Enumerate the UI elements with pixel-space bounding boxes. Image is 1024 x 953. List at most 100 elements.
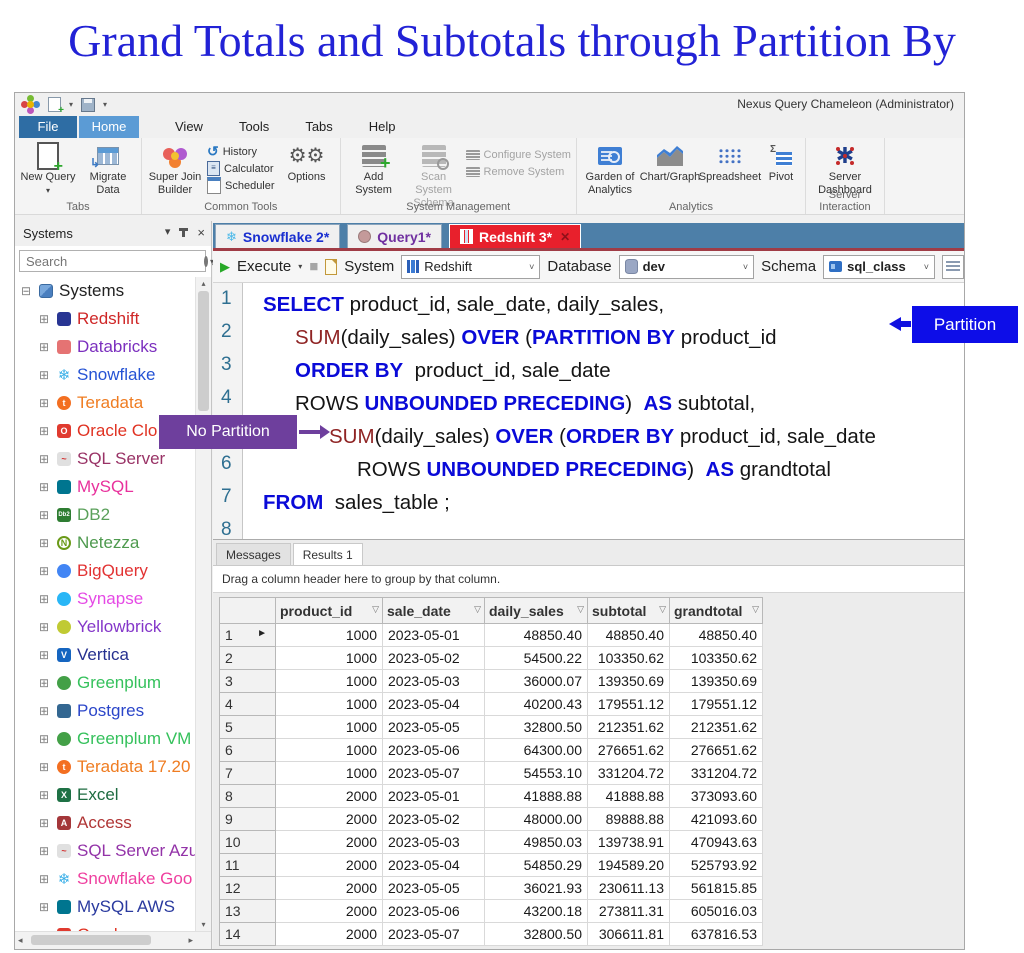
cell-sale_date[interactable]: 2023-05-05	[383, 877, 485, 900]
cell-product_id[interactable]: 2000	[276, 854, 383, 877]
row-header-cell[interactable]: 10	[220, 831, 276, 854]
corner-header-cell[interactable]	[220, 598, 276, 624]
close-tab-icon[interactable]: ✕	[560, 230, 570, 244]
cell-subtotal[interactable]: 306611.81	[588, 923, 670, 946]
database-select[interactable]: dev ˅	[619, 255, 754, 279]
table-row[interactable]: 1►10002023-05-0148850.4048850.4048850.40	[220, 624, 763, 647]
tab-results-1[interactable]: Results 1	[293, 543, 363, 565]
cell-product_id[interactable]: 1000	[276, 624, 383, 647]
cell-grandtotal[interactable]: 212351.62	[670, 716, 763, 739]
expand-icon[interactable]: ⊞	[39, 452, 51, 466]
menu-tab-tools[interactable]: Tools	[239, 116, 269, 138]
cell-subtotal[interactable]: 212351.62	[588, 716, 670, 739]
table-row[interactable]: 710002023-05-0754553.10331204.72331204.7…	[220, 762, 763, 785]
sidebar-item-mysql[interactable]: ⊞MySQL	[15, 473, 196, 501]
menu-tab-view[interactable]: View	[175, 116, 203, 138]
tab-messages[interactable]: Messages	[216, 543, 291, 565]
row-header-cell[interactable]: 5	[220, 716, 276, 739]
cell-subtotal[interactable]: 139350.69	[588, 670, 670, 693]
cell-daily_sales[interactable]: 54850.29	[485, 854, 588, 877]
row-header-cell[interactable]: 4	[220, 693, 276, 716]
cell-product_id[interactable]: 2000	[276, 785, 383, 808]
expand-icon[interactable]: ⊞	[39, 704, 51, 718]
sidebar-item-access[interactable]: ⊞AAccess	[15, 809, 196, 837]
cell-daily_sales[interactable]: 41888.88	[485, 785, 588, 808]
filter-icon[interactable]: ▽	[474, 604, 481, 615]
table-row[interactable]: 1120002023-05-0454850.29194589.20525793.…	[220, 854, 763, 877]
cell-subtotal[interactable]: 41888.88	[588, 785, 670, 808]
spreadsheet-button[interactable]: Spreadsheet	[701, 140, 759, 184]
cell-product_id[interactable]: 2000	[276, 900, 383, 923]
column-header-daily_sales[interactable]: daily_sales▽	[485, 598, 588, 624]
cell-sale_date[interactable]: 2023-05-06	[383, 739, 485, 762]
super-join-builder-button[interactable]: Super Join Builder	[146, 140, 204, 197]
filter-icon[interactable]: ▽	[752, 604, 759, 615]
sidebar-item-mysql-aws[interactable]: ⊞MySQL AWS	[15, 893, 196, 921]
row-header-cell[interactable]: 6	[220, 739, 276, 762]
configure-system-button[interactable]: Configure System	[466, 146, 571, 163]
new-document-icon[interactable]	[48, 97, 61, 112]
row-header-cell[interactable]: 8	[220, 785, 276, 808]
expand-icon[interactable]: ⊞	[39, 480, 51, 494]
stop-icon[interactable]: ■	[309, 258, 318, 275]
cell-product_id[interactable]: 1000	[276, 647, 383, 670]
scrollbar-thumb[interactable]	[31, 935, 151, 945]
sidebar-item-greenplum-vm[interactable]: ⊞Greenplum VM	[15, 725, 196, 753]
search-icon[interactable]	[204, 256, 208, 267]
cell-product_id[interactable]: 1000	[276, 693, 383, 716]
expand-icon[interactable]: ⊞	[39, 536, 51, 550]
group-by-bar[interactable]: Drag a column header here to group by th…	[213, 566, 964, 593]
calculator-button[interactable]: ≡ Calculator	[207, 160, 275, 177]
search-input[interactable]	[20, 253, 204, 270]
cell-sale_date[interactable]: 2023-05-05	[383, 716, 485, 739]
cell-product_id[interactable]: 2000	[276, 923, 383, 946]
sidebar-item-yellowbrick[interactable]: ⊞Yellowbrick	[15, 613, 196, 641]
cell-daily_sales[interactable]: 49850.03	[485, 831, 588, 854]
row-header-cell[interactable]: 3	[220, 670, 276, 693]
scroll-left-icon[interactable]: ◂	[18, 935, 23, 946]
cell-sale_date[interactable]: 2023-05-07	[383, 762, 485, 785]
remove-system-button[interactable]: Remove System	[466, 163, 571, 180]
table-row[interactable]: 610002023-05-0664300.00276651.62276651.6…	[220, 739, 763, 762]
table-row[interactable]: 210002023-05-0254500.22103350.62103350.6…	[220, 647, 763, 670]
scroll-down-icon[interactable]: ▾	[196, 920, 211, 929]
sidebar-vertical-scrollbar[interactable]: ▴ ▾	[195, 277, 211, 931]
table-row[interactable]: 1420002023-05-0732800.50306611.81637816.…	[220, 923, 763, 946]
row-header-cell[interactable]: 2	[220, 647, 276, 670]
sidebar-item-sql-server[interactable]: ⊞~SQL Server	[15, 445, 196, 473]
sql-code[interactable]: SELECT product_id, sale_date, daily_sale…	[243, 283, 964, 539]
cell-subtotal[interactable]: 179551.12	[588, 693, 670, 716]
table-row[interactable]: 1220002023-05-0536021.93230611.13561815.…	[220, 877, 763, 900]
cell-grandtotal[interactable]: 373093.60	[670, 785, 763, 808]
pivot-button[interactable]: Σ Pivot	[761, 140, 801, 184]
chart-graph-button[interactable]: Chart/Graph	[641, 140, 699, 184]
collapse-icon[interactable]: ⊟	[21, 284, 33, 298]
cell-grandtotal[interactable]: 421093.60	[670, 808, 763, 831]
save-icon[interactable]	[81, 98, 95, 112]
sidebar-item-netezza[interactable]: ⊞NNetezza	[15, 529, 196, 557]
cell-daily_sales[interactable]: 43200.18	[485, 900, 588, 923]
expand-icon[interactable]: ⊞	[39, 732, 51, 746]
cell-sale_date[interactable]: 2023-05-01	[383, 624, 485, 647]
cell-product_id[interactable]: 2000	[276, 831, 383, 854]
filter-icon[interactable]: ▽	[577, 604, 584, 615]
cell-sale_date[interactable]: 2023-05-04	[383, 854, 485, 877]
scroll-up-icon[interactable]: ▴	[196, 279, 211, 288]
row-header-cell[interactable]: 9	[220, 808, 276, 831]
expand-icon[interactable]: ⊞	[39, 312, 51, 326]
scrollbar-thumb[interactable]	[198, 291, 209, 411]
sidebar-item-oracle[interactable]: ⊞OOracle	[15, 921, 196, 931]
cell-subtotal[interactable]: 89888.88	[588, 808, 670, 831]
sidebar-item-snowflake[interactable]: ⊞❄Snowflake	[15, 361, 196, 389]
cell-sale_date[interactable]: 2023-05-04	[383, 693, 485, 716]
sidebar-horizontal-scrollbar[interactable]: ◂ ▸	[15, 931, 211, 949]
cell-daily_sales[interactable]: 54553.10	[485, 762, 588, 785]
cell-daily_sales[interactable]: 64300.00	[485, 739, 588, 762]
sidebar-item-vertica[interactable]: ⊞VVertica	[15, 641, 196, 669]
customize-toolbar-icon[interactable]: ▾	[103, 100, 107, 109]
cell-subtotal[interactable]: 48850.40	[588, 624, 670, 647]
cell-product_id[interactable]: 1000	[276, 670, 383, 693]
options-list-icon[interactable]	[942, 255, 964, 279]
cell-sale_date[interactable]: 2023-05-06	[383, 900, 485, 923]
add-system-button[interactable]: Add System	[345, 140, 403, 197]
